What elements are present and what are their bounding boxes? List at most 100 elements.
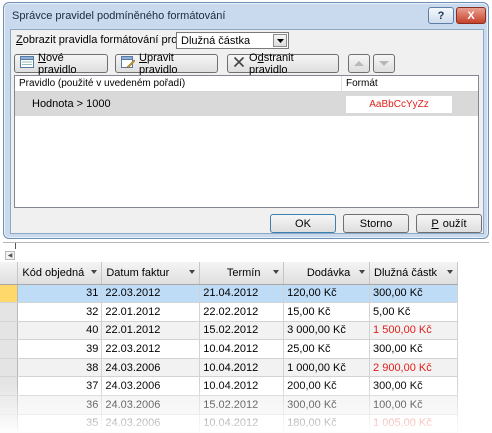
help-button[interactable]: ? — [428, 7, 454, 24]
show-rules-row: Zobrazit pravidla formátování pro: — [16, 34, 180, 46]
table-cell[interactable]: 200,00 Kč — [283, 376, 371, 397]
column-header[interactable]: Termín — [199, 262, 285, 285]
table-row[interactable]: 37 24.03.2006 10.04.2012 200,00 Kč 300,00 Kč — [0, 376, 458, 397]
table-cell[interactable]: 5,00 Kč — [369, 302, 458, 322]
close-button[interactable]: X — [456, 7, 486, 24]
new-rule-label: Nové pravidlo — [38, 51, 77, 76]
table-cell[interactable]: 25,00 Kč — [283, 339, 371, 359]
table-cell[interactable]: 15,00 Kč — [283, 302, 371, 322]
table-cell[interactable]: 21.04.2012 — [199, 284, 285, 304]
ok-button[interactable]: OK — [270, 214, 336, 233]
row-selector[interactable] — [0, 284, 19, 304]
rules-column-header-format[interactable]: Formát — [342, 78, 378, 89]
table-cell[interactable]: 22.03.2012 — [101, 284, 201, 304]
table-cell[interactable]: 24.03.2006 — [101, 358, 201, 378]
show-rules-select[interactable]: Dlužná částka — [176, 32, 289, 49]
table-cell[interactable]: 24.03.2006 — [101, 414, 201, 433]
chevron-down-icon[interactable] — [359, 270, 366, 274]
cancel-button[interactable]: Storno — [343, 214, 409, 233]
row-selector[interactable] — [0, 302, 19, 322]
delete-rule-label: Odstranit pravidlo — [249, 51, 294, 76]
table-row[interactable]: 31 22.03.2012 21.04.2012 120,00 Kč 300,00 Kč — [0, 284, 458, 304]
new-rule-button[interactable]: Nové pravidlo — [14, 51, 108, 76]
table-cell[interactable]: 100,00 Kč — [369, 395, 458, 415]
table-cell[interactable]: 10.04.2012 — [199, 414, 285, 433]
table-row[interactable]: 39 22.03.2012 10.04.2012 25,00 Kč 300,00 Kč — [0, 339, 458, 359]
row-selector[interactable] — [0, 358, 19, 378]
table-cell[interactable]: 180,00 Kč — [283, 414, 371, 433]
chevron-down-icon[interactable] — [447, 270, 453, 274]
table-cell[interactable]: 15.02.2012 — [199, 321, 285, 341]
table-cell[interactable]: 10.04.2012 — [199, 376, 285, 397]
show-rules-value: Dlužná částka — [181, 34, 251, 47]
chevron-down-icon[interactable] — [189, 270, 196, 274]
show-rules-label: Zobrazit pravidla formátování pro: — [16, 34, 181, 46]
chevron-down-icon[interactable] — [91, 270, 98, 274]
dialog-body: Zobrazit pravidla formátování pro: Dlužn… — [10, 29, 484, 234]
column-header[interactable]: Datum faktur — [101, 262, 201, 285]
row-selector[interactable] — [0, 414, 19, 433]
table-cell[interactable]: 300,00 Kč — [369, 284, 458, 304]
table-cell[interactable]: 1 500,00 Kč — [369, 321, 458, 341]
move-down-button[interactable] — [373, 54, 395, 73]
table-cell[interactable]: 36 — [17, 395, 103, 415]
table-cell[interactable]: 24.03.2006 — [101, 395, 201, 415]
table-cell[interactable]: 40 — [17, 321, 103, 341]
delete-icon — [233, 56, 245, 71]
table-cell[interactable]: 15.02.2012 — [199, 395, 285, 415]
table-cell[interactable]: 38 — [17, 358, 103, 378]
table-cell[interactable]: 22.03.2012 — [101, 339, 201, 359]
table-row[interactable]: 40 22.01.2012 15.02.2012 3 000,00 Kč 1 500,0… — [0, 321, 458, 341]
table-cell[interactable]: 2 900,00 Kč — [369, 358, 458, 378]
table-cell[interactable]: 10.04.2012 — [199, 339, 285, 359]
table-cell[interactable]: 10.04.2012 — [199, 358, 285, 378]
table-cell[interactable]: 300,00 Kč — [283, 395, 371, 415]
table-cell[interactable]: 35 — [17, 414, 103, 433]
delete-rule-button[interactable]: Odstranit pravidlo — [227, 51, 339, 76]
datasheet-header-row: Kód objedná Datum faktur Termín Dodávka … — [0, 262, 458, 285]
table-cell[interactable]: 22.02.2012 — [199, 302, 285, 322]
arrow-up-icon — [354, 61, 364, 66]
table-cell[interactable]: 24.03.2006 — [101, 376, 201, 397]
table-cell[interactable]: 37 — [17, 376, 103, 397]
rules-column-header-rule[interactable]: Pravidlo (použité v uvedeném pořadí) — [15, 76, 342, 91]
table-row[interactable]: 32 22.01.2012 22.02.2012 15,00 Kč 5,00 Kč — [0, 302, 458, 322]
row-selector[interactable] — [0, 339, 19, 359]
column-header[interactable]: Dodávka — [283, 262, 371, 285]
row-selector[interactable] — [0, 376, 19, 397]
conditional-formatting-dialog: Správce pravidel podmíněného formátování… — [3, 2, 489, 239]
table-cell[interactable]: 3 000,00 Kč — [283, 321, 371, 341]
rule-condition: Hodnota > 1000 — [32, 98, 111, 110]
select-all-corner[interactable] — [0, 262, 19, 285]
row-selector[interactable] — [0, 321, 19, 341]
table-row[interactable]: 35 24.03.2006 10.04.2012 180,00 Kč 1 005,00 … — [0, 414, 458, 433]
rule-row[interactable]: Hodnota > 1000 AaBbCcYyZz — [15, 92, 478, 116]
title-bar: Správce pravidel podmíněného formátování… — [4, 3, 488, 29]
edit-rule-button[interactable]: Upravit pravidlo — [115, 51, 218, 76]
table-cell[interactable]: 32 — [17, 302, 103, 322]
table-row[interactable]: 36 24.03.2006 15.02.2012 300,00 Kč 100,00 Kč — [0, 395, 458, 415]
table-cell[interactable]: 300,00 Kč — [369, 376, 458, 397]
scroll-strip: ◀ — [3, 242, 489, 260]
table-cell[interactable]: 31 — [17, 284, 103, 304]
table-cell[interactable]: 1 000,00 Kč — [283, 358, 371, 378]
chevron-down-icon[interactable] — [273, 270, 280, 274]
table-cell[interactable]: 120,00 Kč — [283, 284, 371, 304]
column-header[interactable]: Dlužná částk — [369, 262, 458, 285]
apply-button[interactable]: Použít — [416, 214, 482, 233]
datasheet-table: Kód objedná Datum faktur Termín Dodávka … — [0, 262, 458, 433]
edit-rule-label: Upravit pravidlo — [139, 51, 178, 76]
scroll-left-button[interactable]: ◀ — [5, 251, 15, 260]
row-selector[interactable] — [0, 395, 19, 415]
table-cell[interactable]: 1 005,00 Kč — [369, 414, 458, 433]
table-cell[interactable]: 22.01.2012 — [101, 302, 201, 322]
table-cell[interactable]: 300,00 Kč — [369, 339, 458, 359]
column-header[interactable]: Kód objedná — [17, 262, 103, 285]
move-up-button[interactable] — [348, 54, 370, 73]
chevron-down-icon[interactable] — [273, 34, 287, 47]
ruler-tick — [15, 243, 16, 249]
table-cell[interactable]: 39 — [17, 339, 103, 359]
new-rule-icon — [20, 56, 34, 71]
table-row[interactable]: 38 24.03.2006 10.04.2012 1 000,00 Kč 2 900,0… — [0, 358, 458, 378]
table-cell[interactable]: 22.01.2012 — [101, 321, 201, 341]
